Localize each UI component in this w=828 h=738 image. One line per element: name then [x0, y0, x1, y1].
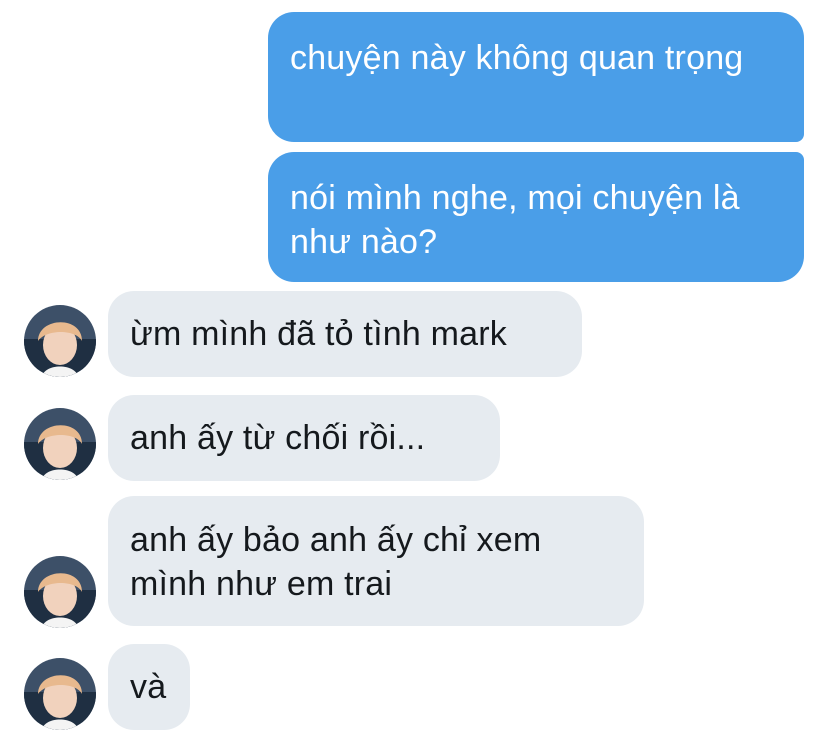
- incoming-message[interactable]: anh ấy từ chối rồi...: [108, 395, 500, 481]
- avatar[interactable]: [24, 408, 96, 480]
- incoming-message[interactable]: ừm mình đã tỏ tình mark: [108, 291, 582, 377]
- incoming-message[interactable]: anh ấy bảo anh ấy chỉ xem mình như em tr…: [108, 496, 644, 626]
- avatar[interactable]: [24, 305, 96, 377]
- avatar-photo-icon: [24, 305, 96, 377]
- outgoing-message[interactable]: chuyện này không quan trọng: [268, 12, 804, 142]
- avatar-photo-icon: [24, 408, 96, 480]
- avatar-photo-icon: [24, 658, 96, 730]
- avatar[interactable]: [24, 556, 96, 628]
- outgoing-message[interactable]: nói mình nghe, mọi chuyện là như nào?: [268, 152, 804, 282]
- avatar[interactable]: [24, 658, 96, 730]
- avatar-photo-icon: [24, 556, 96, 628]
- incoming-message[interactable]: và: [108, 644, 190, 730]
